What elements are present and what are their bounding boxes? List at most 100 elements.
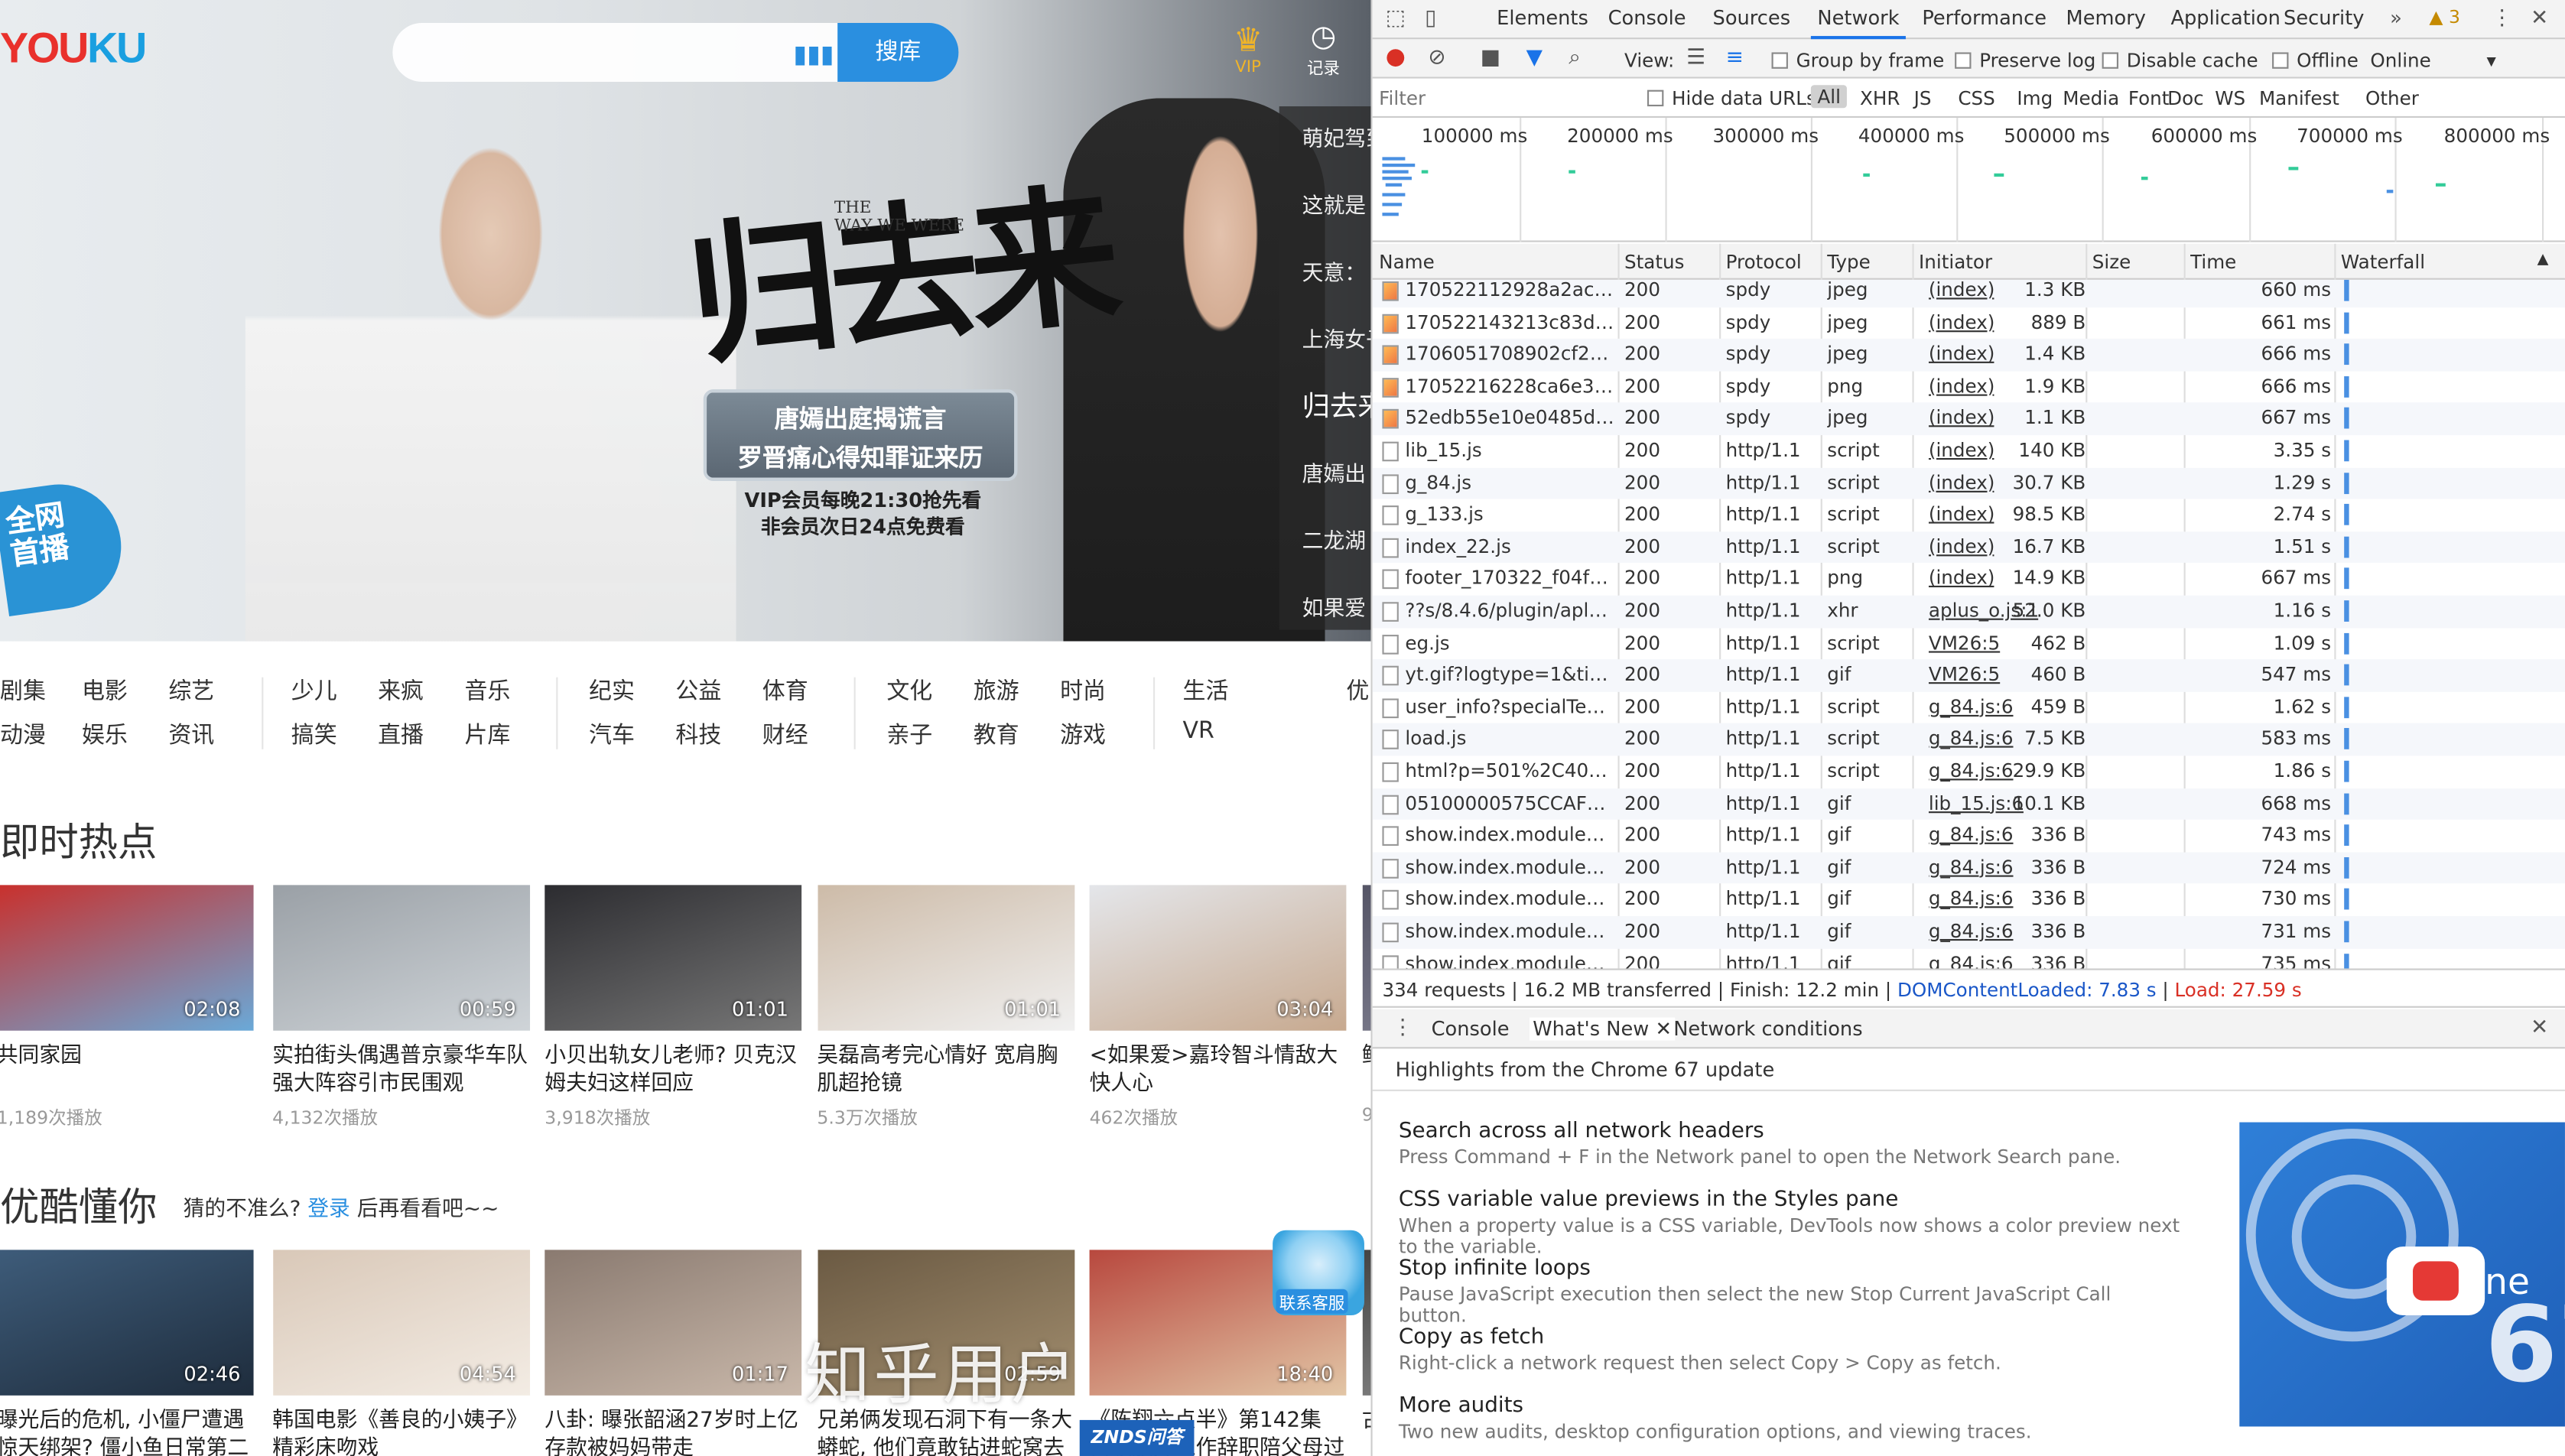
column-size[interactable]: Size — [2092, 250, 2131, 273]
nav-item-8-0[interactable]: 体育 — [762, 674, 808, 707]
column-type[interactable]: Type — [1827, 250, 1871, 273]
request-name[interactable]: 170522143213c83d58... — [1405, 310, 1614, 333]
request-name[interactable]: 05100000575CCAF76... — [1405, 791, 1614, 814]
video-title[interactable]: 鲜木 — [1362, 1042, 1371, 1098]
request-row[interactable]: 05100000575CCAF76... 200 http/1.1 gif lib_15… — [1372, 788, 2565, 821]
request-row[interactable]: lib_15.js 200 http/1.1 script (index) 140 KB 3… — [1373, 435, 2565, 467]
request-row[interactable]: show.index.module?m... 200 http/1.1 gif g_84… — [1372, 852, 2565, 885]
nav-item-1-1[interactable]: 娱乐 — [82, 718, 128, 751]
network-overview[interactable]: 100000 ms 200000 ms 300000 ms 400000 ms 5000… — [1372, 118, 2565, 242]
request-name[interactable]: 17052216228ca6e335... — [1405, 374, 1614, 397]
request-name[interactable]: lib_15.js — [1405, 438, 1614, 461]
sort-ascending-icon[interactable]: ▲ — [2537, 252, 2549, 268]
nav-item-8-1[interactable]: 财经 — [762, 718, 808, 751]
video-thumbnail[interactable]: 01:17 — [545, 1250, 802, 1396]
tab-security[interactable]: Security — [2284, 7, 2364, 30]
video-thumbnail[interactable]: 02:46 — [0, 1250, 254, 1396]
request-row[interactable]: footer_170322_f04fcff.... 200 http/1.1 png (… — [1373, 564, 2565, 596]
whats-new-item[interactable]: Copy as fetch Right-click a network reque… — [1399, 1325, 2184, 1374]
waterfall-view-icon[interactable]: ≡ — [1726, 46, 1744, 70]
youtube-play-icon[interactable] — [2386, 1246, 2485, 1315]
request-name[interactable]: g_133.js — [1405, 502, 1614, 525]
throttling-select[interactable]: Online ▾ — [2370, 49, 2495, 72]
voice-search-icon[interactable]: ▮▮▮ — [793, 39, 834, 69]
device-toolbar-icon[interactable]: ▯ — [1425, 7, 1436, 31]
request-initiator[interactable]: VM26:5 — [1929, 631, 2000, 654]
request-row[interactable]: user_info?specialTest... 200 http/1.1 scrip… — [1373, 691, 2565, 723]
chrome-67-promo-video[interactable]: 67 ne — [2239, 1122, 2565, 1427]
video-thumbnail[interactable]: 01:01 — [545, 885, 802, 1031]
record-icon[interactable]: ● — [1386, 44, 1406, 70]
nav-item-10-0[interactable]: 旅游 — [974, 674, 1019, 707]
nav-item-11-1[interactable]: 游戏 — [1060, 718, 1106, 751]
disable-cache-checkbox[interactable]: Disable cache — [2102, 49, 2258, 72]
nav-item-13-0[interactable]: 优 — [1346, 674, 1369, 707]
request-name[interactable]: index_22.js — [1405, 535, 1614, 557]
column-name[interactable]: Name — [1379, 250, 1435, 273]
whats-new-item[interactable]: CSS variable value previews in the Style… — [1399, 1188, 2184, 1258]
request-initiator[interactable]: (index) — [1929, 343, 1994, 366]
whats-new-item[interactable]: More audits Two new audits, desktop confi… — [1399, 1394, 2184, 1443]
tab-console[interactable]: Console — [1608, 7, 1686, 30]
request-initiator[interactable]: (index) — [1929, 470, 1994, 493]
nav-item-9-0[interactable]: 文化 — [886, 674, 932, 707]
hero-playlist-item[interactable]: 唐嫣出 — [1279, 442, 1371, 509]
whats-new-item[interactable]: Search across all network headers Press C… — [1399, 1119, 2184, 1168]
video-card[interactable]: 01:17 八卦: 曝张韶涵27岁时上亿存款被妈妈带走 — [545, 1250, 802, 1456]
request-name[interactable]: show.index.module?m... — [1405, 823, 1614, 846]
video-title[interactable]: 古把 — [1362, 1407, 1371, 1456]
video-card[interactable]: 04:54 韩国电影《善良的小姨子》精彩床吻戏 — [272, 1250, 529, 1456]
hero-playlist-item[interactable]: 如果爱 — [1279, 576, 1371, 642]
filter-type-font[interactable]: Font — [2128, 86, 2170, 109]
request-initiator[interactable]: (index) — [1929, 374, 1994, 397]
inspect-icon[interactable]: ⬚ — [1386, 7, 1406, 31]
search-icon[interactable]: ⌕ — [1569, 46, 1581, 70]
nav-item-11-0[interactable]: 时尚 — [1060, 674, 1106, 707]
nav-item-5-0[interactable]: 音乐 — [464, 674, 510, 707]
filter-type-manifest[interactable]: Manifest — [2259, 86, 2339, 109]
list-view-icon[interactable]: ☰ — [1686, 46, 1705, 70]
request-name[interactable]: g_84.js — [1405, 470, 1614, 493]
filter-type-other[interactable]: Other — [2365, 86, 2419, 109]
nav-item-6-0[interactable]: 纪实 — [589, 674, 635, 707]
video-title[interactable]: 共同家园 — [0, 1042, 254, 1098]
video-thumbnail[interactable]: 04:54 — [272, 1250, 529, 1396]
request-name[interactable]: show.index.module?m... — [1405, 919, 1614, 942]
video-title[interactable]: 韩国电影《善良的小姨子》精彩床吻戏 — [272, 1407, 529, 1456]
request-row[interactable]: ??s/8.4.6/plugin/aplus... 200 http/1.1 xhr a… — [1372, 595, 2565, 628]
video-card[interactable]: 鲜木 9, — [1361, 885, 1371, 1126]
filter-icon[interactable]: ▼ — [1526, 46, 1543, 70]
request-row[interactable]: g_84.js 200 http/1.1 script (index) 30.7 KB 1.… — [1372, 466, 2565, 499]
customer-service-button[interactable]: 联系客服 — [1273, 1230, 1364, 1315]
request-row[interactable]: 170522143213c83d58... 200 spdy jpeg (index) 8… — [1373, 307, 2565, 339]
video-card[interactable]: 03:04 <如果爱>嘉玲智斗情敌大快人心 462次播放 — [1089, 885, 1347, 1130]
request-row[interactable]: 1706051708902cf2ee... 200 spdy jpeg (index) 1… — [1372, 339, 2565, 372]
request-name[interactable]: show.index.module?m... — [1405, 951, 1614, 968]
nav-item-3-0[interactable]: 少儿 — [291, 674, 337, 707]
filter-type-js[interactable]: JS — [1914, 86, 1932, 109]
request-row[interactable]: eg.js 200 http/1.1 script VM26:5 462 B 1.09 s — [1373, 628, 2565, 660]
request-name[interactable]: show.index.module?m... — [1405, 855, 1614, 878]
tab-whats-new[interactable]: What's New ✕ — [1529, 1017, 1676, 1041]
request-name[interactable]: 1706051708902cf2ee... — [1405, 343, 1614, 366]
request-name[interactable]: user_info?specialTest... — [1405, 695, 1614, 718]
nav-item-5-1[interactable]: 片库 — [464, 718, 510, 751]
column-initiator[interactable]: Initiator — [1919, 250, 1992, 273]
filter-type-css[interactable]: CSS — [1958, 86, 1994, 109]
nav-item-10-1[interactable]: 教育 — [974, 718, 1019, 751]
filter-type-xhr[interactable]: XHR — [1860, 86, 1900, 109]
tab-memory[interactable]: Memory — [2066, 7, 2146, 30]
request-row[interactable]: g_133.js 200 http/1.1 script (index) 98.5 KB 2… — [1373, 499, 2565, 531]
tab-console[interactable]: Console — [1432, 1018, 1510, 1041]
clear-icon[interactable]: ⊘ — [1428, 46, 1445, 70]
search-box[interactable]: ▮▮▮ 搜库 — [392, 22, 959, 82]
video-title[interactable]: <如果爱>嘉玲智斗情敌大快人心 — [1090, 1042, 1347, 1098]
filter-type-img[interactable]: Img — [2017, 86, 2053, 109]
column-time[interactable]: Time — [2190, 250, 2236, 273]
filter-type-media[interactable]: Media — [2063, 86, 2119, 109]
nav-item-2-0[interactable]: 综艺 — [168, 674, 214, 707]
video-thumbnail[interactable] — [1361, 885, 1371, 1031]
request-row[interactable]: html?p=501%2C407... 200 http/1.1 script g_84… — [1373, 756, 2565, 788]
whats-new-item[interactable]: Stop infinite loops Pause JavaScript exec… — [1399, 1256, 2184, 1327]
close-icon[interactable]: ✕ — [2531, 7, 2548, 31]
